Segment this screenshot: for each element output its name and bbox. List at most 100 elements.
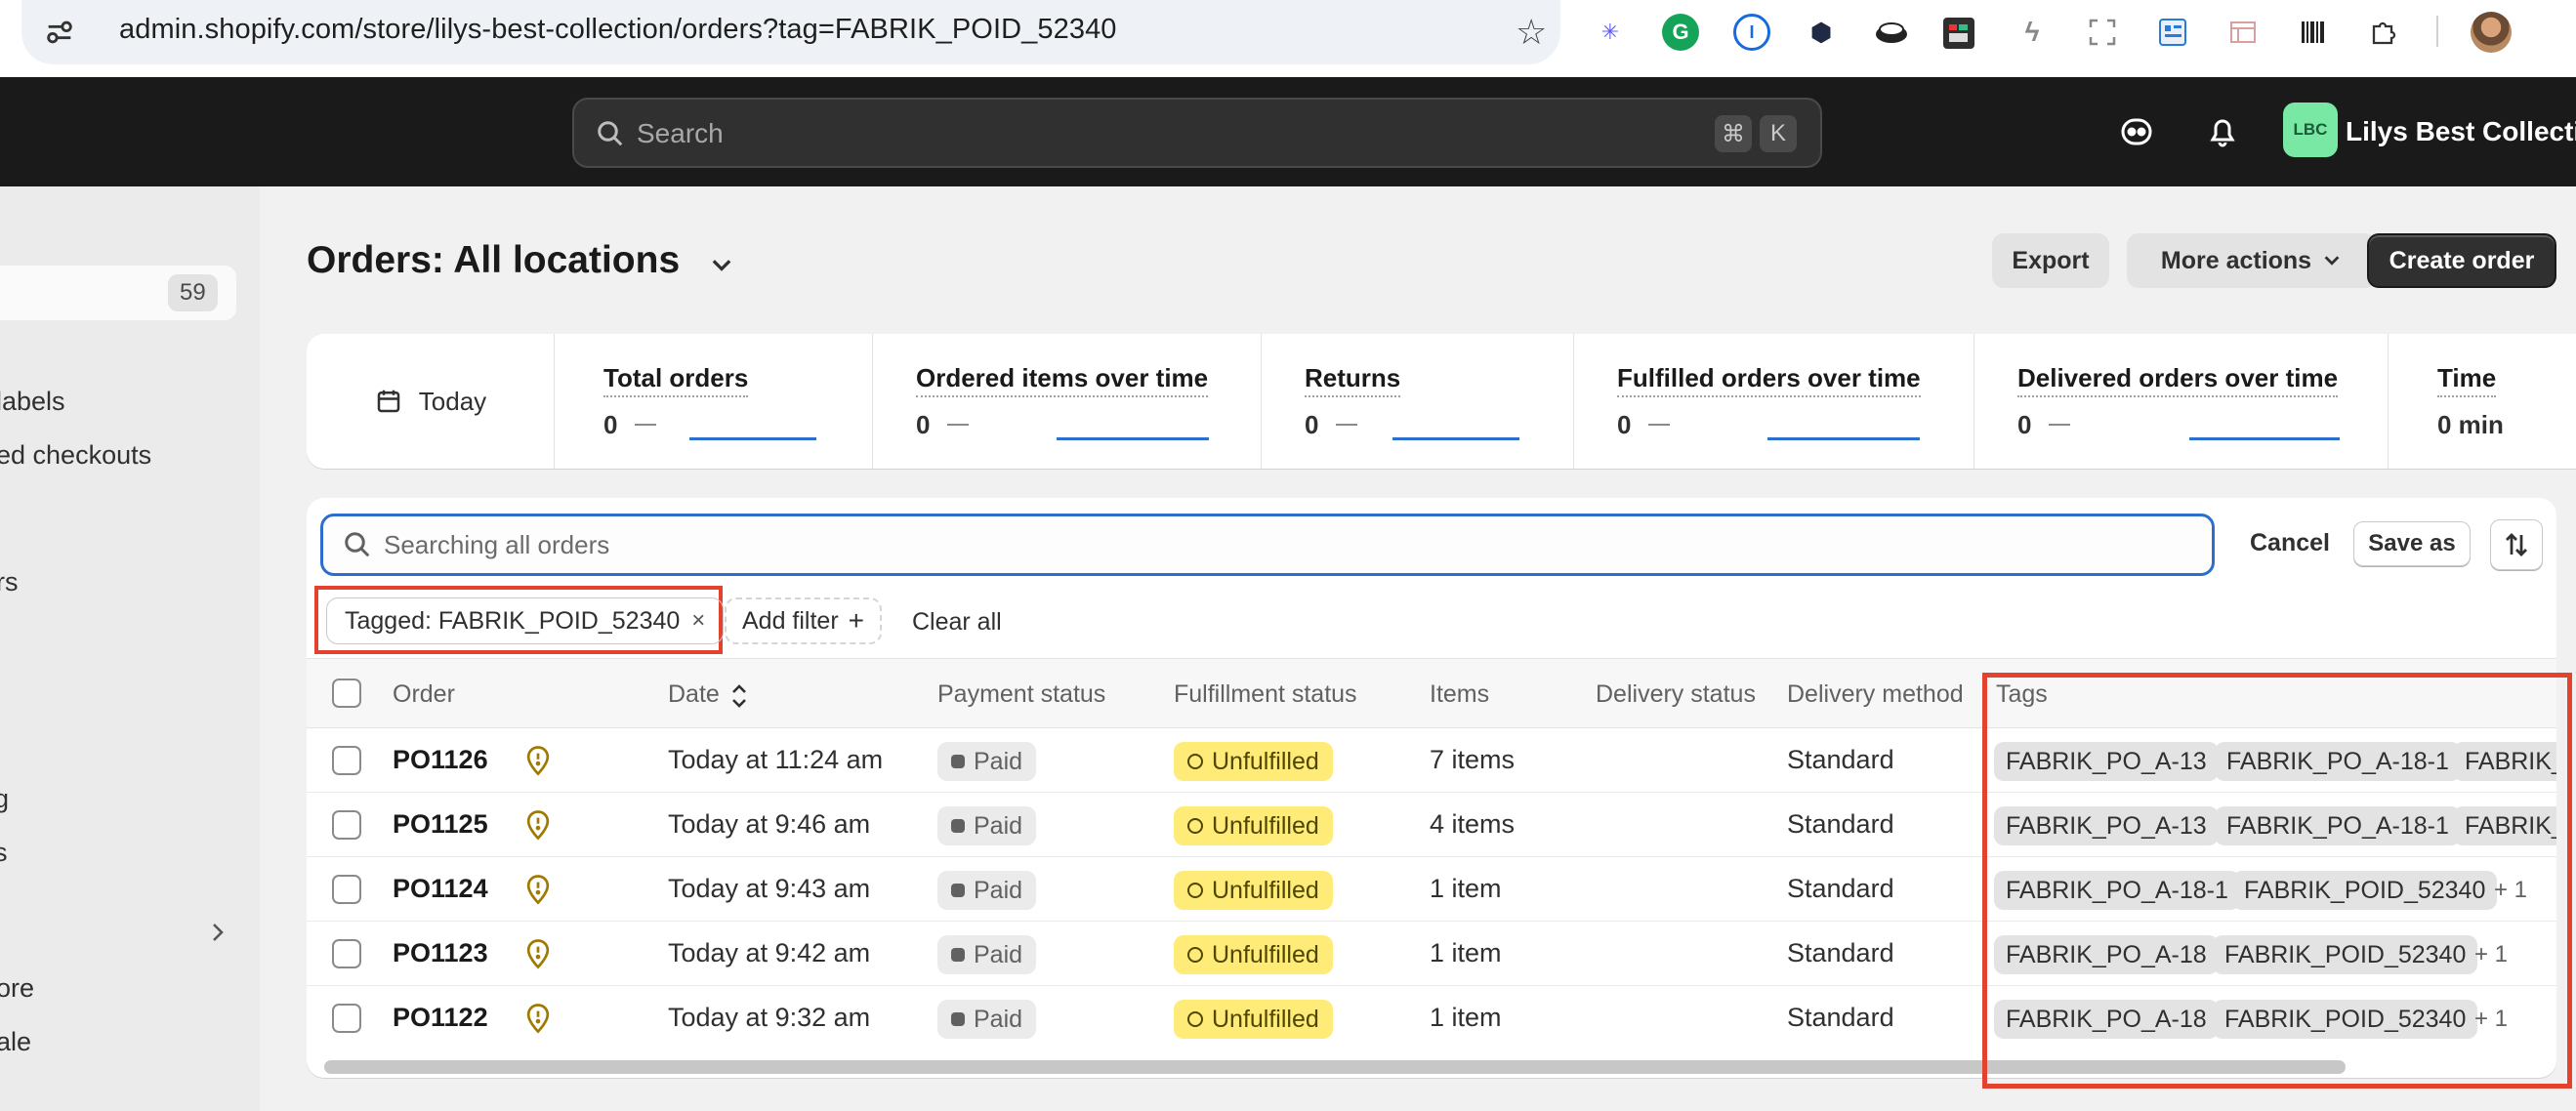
puzzle-icon[interactable] bbox=[2365, 14, 2402, 51]
delivery-method: Standard bbox=[1787, 745, 1894, 774]
add-filter-button[interactable]: Add filter + bbox=[725, 597, 883, 644]
sidebar: 59 labels ed checkouts rs g s ore ale bbox=[0, 186, 260, 1111]
store-avatar[interactable]: LBC bbox=[2283, 103, 2338, 157]
row-checkbox[interactable] bbox=[332, 1004, 361, 1033]
risk-alert-icon[interactable] bbox=[523, 938, 553, 969]
horizontal-scrollbar[interactable] bbox=[324, 1060, 2346, 1074]
order-items[interactable]: 7 items bbox=[1430, 745, 1515, 775]
barcode-icon[interactable] bbox=[2295, 14, 2332, 51]
screenshot-icon[interactable] bbox=[2084, 14, 2121, 51]
sidebar-item-discounts[interactable]: s bbox=[0, 838, 8, 868]
bookmark-star-icon[interactable]: ☆ bbox=[1516, 12, 1547, 53]
tag-filter-label: Tagged: FABRIK_POID_52340 bbox=[345, 606, 681, 635]
select-all-checkbox[interactable] bbox=[332, 679, 361, 708]
row-checkbox[interactable] bbox=[332, 939, 361, 968]
sidebar-item-marketing[interactable]: g bbox=[0, 784, 9, 814]
tag-pill: FABRIK_POID_52340 bbox=[2213, 935, 2478, 974]
row-checkbox[interactable] bbox=[332, 746, 361, 775]
shield-icon[interactable]: ⬢ bbox=[1803, 14, 1840, 51]
chevron-right-icon[interactable] bbox=[205, 921, 229, 944]
order-items[interactable]: 1 item bbox=[1430, 874, 1502, 904]
save-as-button[interactable]: Save as bbox=[2353, 521, 2471, 566]
tag-pill: FABRIK_POID_52340 bbox=[2232, 871, 2498, 910]
table-row[interactable]: PO1126 Today at 11:24 am Paid Unfulfille… bbox=[307, 728, 2556, 793]
password-icon[interactable]: I bbox=[1733, 14, 1770, 51]
table-row[interactable]: PO1125 Today at 9:46 am Paid Unfulfilled… bbox=[307, 793, 2556, 857]
metric-ordered-items[interactable]: Ordered items over time 0 bbox=[916, 334, 1262, 469]
profile-avatar[interactable] bbox=[2471, 12, 2512, 53]
sort-updown-icon[interactable] bbox=[728, 682, 750, 710]
bell-icon[interactable] bbox=[2203, 112, 2242, 151]
plus-icon: + bbox=[848, 605, 865, 636]
metric-returns[interactable]: Returns 0 bbox=[1305, 334, 1574, 469]
orders-search[interactable] bbox=[320, 514, 2215, 576]
table-row[interactable]: PO1122 Today at 9:32 am Paid Unfulfilled… bbox=[307, 986, 2556, 1050]
create-order-button[interactable]: Create order bbox=[2367, 233, 2556, 288]
status-ring bbox=[1187, 883, 1203, 898]
risk-alert-icon[interactable] bbox=[523, 809, 553, 841]
sidebar-item-online-store[interactable]: ore bbox=[0, 973, 34, 1004]
export-button[interactable]: Export bbox=[1992, 233, 2109, 288]
order-items[interactable]: 1 item bbox=[1430, 1003, 1502, 1033]
sidebar-item-point-of-sale[interactable]: ale bbox=[0, 1027, 31, 1057]
clear-all-button[interactable]: Clear all bbox=[912, 608, 1002, 637]
row-checkbox[interactable] bbox=[332, 810, 361, 840]
grammarly-icon[interactable]: G bbox=[1662, 14, 1699, 51]
order-items[interactable]: 1 item bbox=[1430, 938, 1502, 968]
sparkle-icon[interactable]: ✳ bbox=[1592, 14, 1629, 51]
order-number[interactable]: PO1123 bbox=[393, 938, 488, 968]
more-tags-count[interactable]: + 1 bbox=[2474, 941, 2508, 968]
global-search[interactable]: Search ⌘ K bbox=[572, 98, 1822, 168]
sidebar-item-shipping-labels[interactable]: labels bbox=[0, 387, 65, 417]
risk-alert-icon[interactable] bbox=[523, 745, 553, 776]
store-name[interactable]: Lilys Best Collection bbox=[2346, 116, 2576, 147]
column-date[interactable]: Date bbox=[668, 680, 720, 709]
risk-alert-icon[interactable] bbox=[523, 874, 553, 905]
date-range-button[interactable]: Today bbox=[307, 334, 555, 469]
metric-value: 0 min bbox=[2437, 410, 2504, 439]
order-items[interactable]: 4 items bbox=[1430, 809, 1515, 840]
payment-status-badge: Paid bbox=[937, 1000, 1037, 1039]
more-tags-count[interactable]: + 1 bbox=[2474, 1006, 2508, 1033]
book-icon[interactable] bbox=[1943, 18, 1974, 49]
more-tags-count[interactable]: + 1 bbox=[2494, 877, 2527, 904]
sort-button[interactable] bbox=[2490, 519, 2543, 570]
fulfillment-status-badge: Unfulfilled bbox=[1174, 935, 1333, 974]
url-text[interactable]: admin.shopify.com/store/lilys-best-colle… bbox=[119, 14, 1117, 46]
address-bar[interactable]: admin.shopify.com/store/lilys-best-colle… bbox=[21, 0, 1560, 64]
sidebar-item-customers[interactable]: rs bbox=[0, 567, 19, 597]
window-icon[interactable] bbox=[2224, 14, 2262, 51]
disc-icon[interactable] bbox=[1873, 14, 1910, 51]
site-settings-icon[interactable] bbox=[43, 16, 76, 49]
column-tags: Tags bbox=[1996, 680, 2048, 708]
risk-alert-icon[interactable] bbox=[523, 1003, 553, 1034]
fulfillment-status-badge: Unfulfilled bbox=[1174, 742, 1333, 781]
orders-search-input[interactable] bbox=[384, 516, 2141, 573]
tag-filter-chip[interactable]: Tagged: FABRIK_POID_52340 × bbox=[326, 597, 725, 644]
dashboard-icon[interactable] bbox=[2154, 14, 2191, 51]
sidebar-item-abandoned-checkouts[interactable]: ed checkouts bbox=[0, 440, 151, 471]
metric-value: 0 bbox=[916, 410, 931, 439]
metric-total-orders[interactable]: Total orders 0 bbox=[603, 334, 873, 469]
link-icon[interactable]: ϟ bbox=[2014, 14, 2051, 51]
order-date: Today at 9:42 am bbox=[668, 938, 871, 967]
fulfillment-status-label: Unfulfilled bbox=[1212, 876, 1319, 904]
order-number[interactable]: PO1125 bbox=[393, 809, 488, 840]
more-actions-button[interactable]: More actions bbox=[2127, 233, 2377, 288]
status-dot bbox=[951, 948, 965, 962]
table-row[interactable]: PO1124 Today at 9:43 am Paid Unfulfilled… bbox=[307, 857, 2556, 922]
order-number[interactable]: PO1124 bbox=[393, 874, 488, 904]
order-number[interactable]: PO1126 bbox=[393, 745, 488, 775]
page-title: Orders: All locations bbox=[307, 239, 681, 281]
cancel-button[interactable]: Cancel bbox=[2250, 529, 2330, 557]
tag-pill: FABRIK_POID_52340 bbox=[2213, 1000, 2478, 1039]
table-row[interactable]: PO1123 Today at 9:42 am Paid Unfulfilled… bbox=[307, 922, 2556, 986]
metric-fulfilled-orders[interactable]: Fulfilled orders over time 0 bbox=[1617, 334, 1974, 469]
metric-delivered-orders[interactable]: Delivered orders over time 0 bbox=[2017, 334, 2389, 469]
chevron-down-icon[interactable] bbox=[708, 252, 735, 279]
sidekick-icon[interactable] bbox=[2117, 112, 2156, 151]
order-number[interactable]: PO1122 bbox=[393, 1003, 488, 1033]
remove-filter-icon[interactable]: × bbox=[691, 607, 705, 635]
metric-time[interactable]: Time 0 min bbox=[2437, 334, 2576, 469]
row-checkbox[interactable] bbox=[332, 875, 361, 904]
